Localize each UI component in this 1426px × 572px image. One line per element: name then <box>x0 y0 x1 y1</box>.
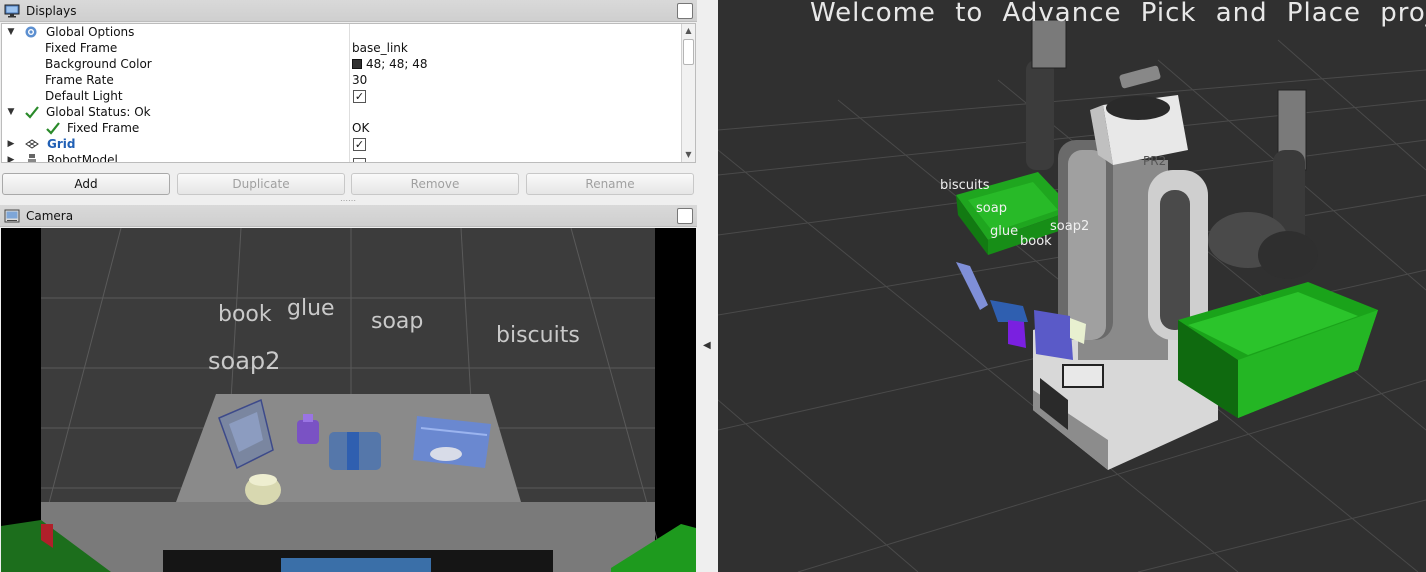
label-glue: glue <box>990 224 1019 239</box>
label-biscuits: biscuits <box>940 178 990 193</box>
displays-panel-title: Displays <box>26 3 77 18</box>
expand-arrow-icon[interactable]: ▼ <box>6 107 16 117</box>
label-soap2: soap2 <box>1050 219 1090 234</box>
scrollbar-thumb[interactable] <box>683 39 694 65</box>
rviz-window: Displays ▼ Global Options Fixed Frame ba… <box>0 0 1426 572</box>
grid-icon <box>25 139 39 149</box>
camera-icon <box>4 209 20 222</box>
undock-button[interactable] <box>677 208 693 224</box>
tree-row-status-fixed-frame[interactable]: Fixed Frame OK <box>2 120 682 136</box>
fixed-frame-value[interactable]: base_link <box>352 41 408 55</box>
tree-row-robot-model[interactable]: ▶ RobotModel <box>2 152 682 163</box>
camera-panel-title: Camera <box>26 208 74 223</box>
panel-splitter-handle[interactable]: ⋯⋯ <box>340 197 356 205</box>
expand-arrow-icon[interactable]: ▶ <box>6 139 16 149</box>
welcome-banner: Welcome to Advance Pick and Place projec… <box>810 0 1426 28</box>
gear-icon <box>25 26 37 38</box>
camera-panel-header: Camera <box>0 205 697 227</box>
scroll-up-arrow-icon[interactable]: ▲ <box>682 24 695 38</box>
expand-arrow-icon[interactable]: ▶ <box>6 155 16 162</box>
status-value: OK <box>352 121 370 135</box>
biscuits-object <box>413 416 491 468</box>
displays-tree[interactable]: ▼ Global Options Fixed Frame base_link B… <box>1 23 696 163</box>
tree-label: Frame Rate <box>45 73 114 87</box>
camera-scene <box>1 228 696 572</box>
camera-label-glue: glue <box>287 296 335 321</box>
checkmark-icon <box>46 122 60 135</box>
svg-text:PR2: PR2 <box>1143 154 1166 168</box>
tree-label: Global Options <box>46 25 135 39</box>
tree-row-default-light[interactable]: Default Light ✓ <box>2 88 682 104</box>
undock-button[interactable] <box>677 3 693 19</box>
expand-arrow-icon[interactable]: ▼ <box>6 27 16 37</box>
collapse-left-arrow-icon[interactable]: ◀ <box>703 340 711 351</box>
monitor-icon <box>4 4 20 17</box>
tree-row-global-options[interactable]: ▼ Global Options <box>2 24 682 40</box>
camera-label-book: book <box>218 302 272 327</box>
tree-label: RobotModel <box>47 153 118 163</box>
scroll-down-arrow-icon[interactable]: ▼ <box>682 148 695 162</box>
checkmark-icon <box>25 106 39 119</box>
label-soap: soap <box>976 201 1007 216</box>
default-light-checkbox[interactable]: ✓ <box>353 90 366 103</box>
tree-label: Background Color <box>45 57 152 71</box>
grid-enabled-checkbox[interactable]: ✓ <box>353 138 366 151</box>
remove-button[interactable]: Remove <box>351 173 519 195</box>
rviz-3d-scene: PR2 <box>718 0 1426 572</box>
color-swatch <box>352 59 362 69</box>
add-button[interactable]: Add <box>2 173 170 195</box>
displays-panel-header: Displays <box>0 0 697 22</box>
tree-row-frame-rate[interactable]: Frame Rate 30 <box>2 72 682 88</box>
tree-label: Fixed Frame <box>67 121 140 135</box>
tree-row-global-status[interactable]: ▼ Global Status: Ok <box>2 104 682 120</box>
frame-rate-value[interactable]: 30 <box>352 73 367 87</box>
robot-model-checkbox[interactable] <box>353 158 366 162</box>
background-color-value[interactable]: 48; 48; 48 <box>352 57 428 71</box>
dock-splitter[interactable]: ◀ <box>697 0 718 572</box>
robot-icon <box>28 154 36 162</box>
tree-label: Fixed Frame <box>45 41 118 55</box>
soap-object <box>329 432 381 470</box>
camera-image-view[interactable]: book glue soap biscuits soap2 <box>1 228 696 572</box>
duplicate-button[interactable]: Duplicate <box>177 173 345 195</box>
tree-row-background-color[interactable]: Background Color 48; 48; 48 <box>2 56 682 72</box>
label-book: book <box>1020 234 1052 249</box>
render-3d-view[interactable]: PR2 Welcome to Advance Pick and Place pr… <box>718 0 1426 572</box>
camera-label-soap2: soap2 <box>208 347 281 375</box>
tree-label: Global Status: Ok <box>46 105 151 119</box>
tree-label: Default Light <box>45 89 123 103</box>
tree-row-fixed-frame[interactable]: Fixed Frame base_link <box>2 40 682 56</box>
tree-scrollbar[interactable]: ▲ ▼ <box>681 24 695 162</box>
camera-label-biscuits: biscuits <box>496 323 580 348</box>
tree-row-grid[interactable]: ▶ Grid ✓ <box>2 136 682 152</box>
camera-label-soap: soap <box>371 309 424 334</box>
left-dock: Displays ▼ Global Options Fixed Frame ba… <box>0 0 697 572</box>
rename-button[interactable]: Rename <box>526 173 694 195</box>
displays-button-bar: Add Duplicate Remove Rename <box>0 171 697 197</box>
tree-label: Grid <box>47 137 76 151</box>
soap2-object <box>245 474 281 505</box>
